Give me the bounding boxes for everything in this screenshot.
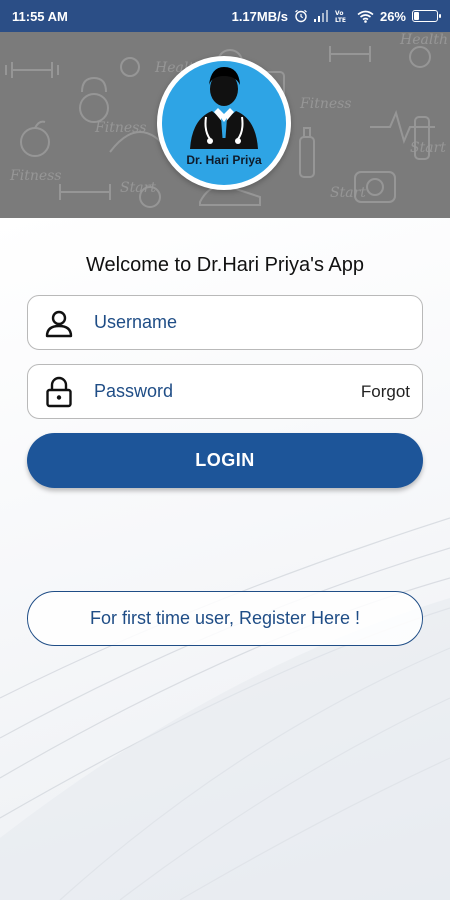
svg-text:Fitness: Fitness [94,120,147,136]
username-field[interactable] [27,295,423,350]
network-speed: 1.17MB/s [231,8,288,24]
battery-icon [412,10,441,22]
svg-text:Vo: Vo [335,10,343,17]
login-button[interactable]: LOGIN [27,433,423,488]
welcome-title: Welcome to Dr.Hari Priya's App [86,254,364,276]
svg-text:LTE: LTE [335,17,346,23]
status-icons: 1.17MB/s Vo LTE 26% [231,8,441,24]
lock-icon [34,364,84,419]
signal-icon [313,10,329,22]
battery-percent: 26% [379,8,406,24]
alarm-icon [294,9,308,23]
logo-label: Dr. Hari Priya [186,153,262,167]
doctor-logo: Dr. Hari Priya [157,56,291,190]
wifi-icon [357,10,374,23]
password-input[interactable] [94,381,361,402]
username-input[interactable] [94,312,422,333]
register-button[interactable]: For first time user, Register Here ! [27,591,423,646]
battery-level [414,12,419,20]
user-icon [34,295,84,350]
status-time: 11:55 AM [12,8,68,24]
password-field[interactable]: Forgot [27,364,423,419]
forgot-password-link[interactable]: Forgot [361,382,410,402]
svg-text:Health: Health [399,32,448,48]
svg-text:Start: Start [120,180,156,196]
svg-text:Fitness: Fitness [9,168,62,184]
login-form: Welcome to Dr.Hari Priya's App Forgot LO… [0,218,450,900]
svg-text:Fitness: Fitness [299,96,352,112]
svg-text:Start: Start [410,140,446,156]
volte-icon: Vo LTE [335,9,351,23]
svg-text:Start: Start [330,185,366,201]
logo-circle: Dr. Hari Priya [162,61,286,185]
status-bar: 11:55 AM 1.17MB/s Vo LTE 26% [0,0,450,32]
header-banner: Fitness Fitness Fitness Health Start Sta… [0,32,450,218]
